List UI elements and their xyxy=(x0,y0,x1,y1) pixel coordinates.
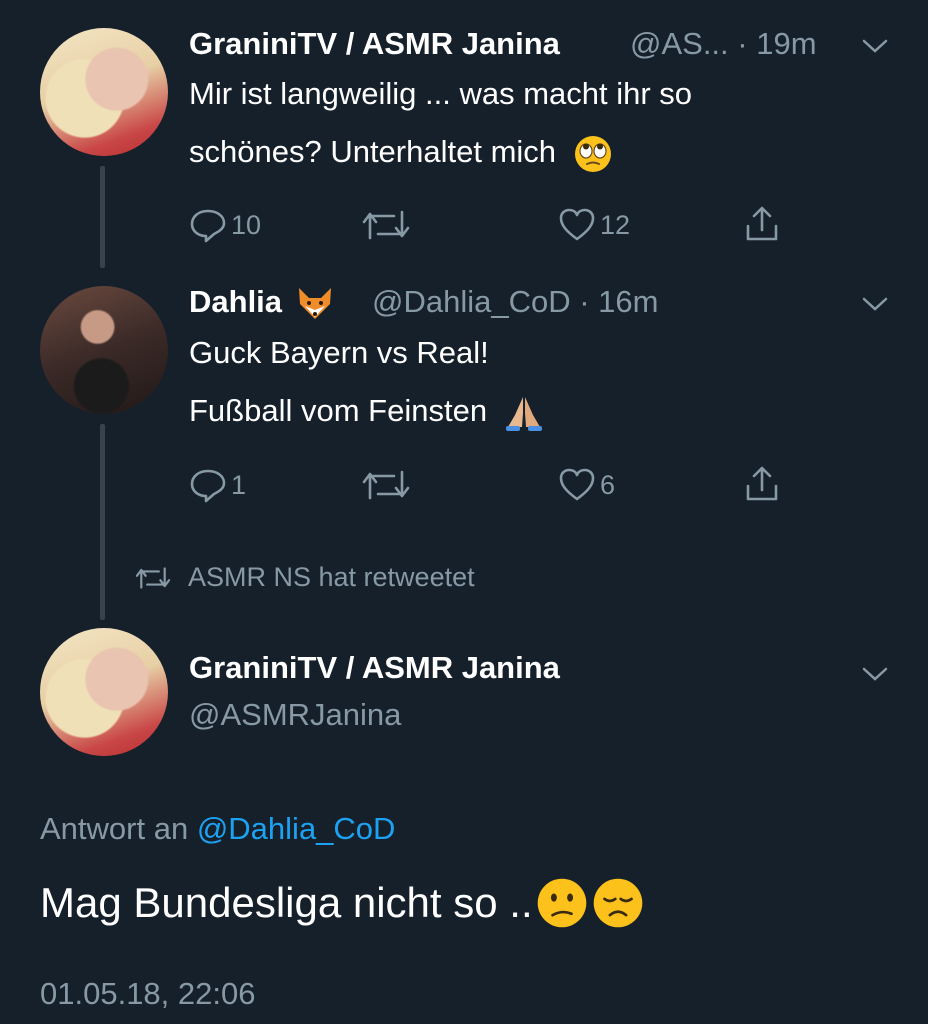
author-handle-time[interactable]: @AS... · 19m xyxy=(630,26,817,62)
chevron-down-icon[interactable] xyxy=(862,38,888,54)
share-button[interactable] xyxy=(742,464,782,504)
avatar[interactable] xyxy=(40,628,168,756)
tweet-text-line: schönes? Unterhaltet mich xyxy=(189,134,613,174)
timestamp[interactable]: 01.05.18, 22:06 xyxy=(40,976,255,1012)
tweet-text-line: Fußball vom Feinsten xyxy=(189,393,546,433)
author-name[interactable]: GraniniTV / ASMR Janina xyxy=(189,26,560,62)
author-name[interactable]: GraniniTV / ASMR Janina xyxy=(189,650,560,686)
chevron-down-icon[interactable] xyxy=(862,296,888,312)
retweet-button[interactable] xyxy=(360,468,412,502)
like-button[interactable]: 6 xyxy=(558,467,615,503)
avatar[interactable] xyxy=(40,286,168,414)
retweet-icon xyxy=(362,210,410,240)
eye-roll-emoji xyxy=(573,134,613,174)
author-handle[interactable]: @ASMRJanina xyxy=(189,697,401,733)
like-count: 6 xyxy=(600,469,616,500)
reply-button[interactable]: 1 xyxy=(189,467,246,503)
author-handle-time[interactable]: @Dahlia_CoD · 16m xyxy=(372,284,658,320)
tweet-text-line: Guck Bayern vs Real! xyxy=(189,335,489,370)
like-count: 12 xyxy=(600,209,631,240)
confused-face-emoji xyxy=(535,876,589,930)
chevron-down-icon[interactable] xyxy=(862,666,888,682)
disappointed-face-emoji xyxy=(591,876,645,930)
reply-button[interactable]: 10 xyxy=(189,207,261,243)
folded-hands-emoji xyxy=(502,393,546,433)
share-icon xyxy=(746,206,778,241)
reply-to-link[interactable]: @Dahlia_CoD xyxy=(197,811,396,846)
retweet-context[interactable]: ASMR NS hat retweetet xyxy=(134,562,475,593)
like-button[interactable]: 12 xyxy=(558,207,630,243)
reply-icon xyxy=(190,209,226,243)
share-icon xyxy=(746,466,778,501)
reply-count: 1 xyxy=(231,469,247,500)
author-name[interactable]: Dahlia xyxy=(189,284,335,322)
thread-line xyxy=(100,424,105,620)
tweet-text-line: Mir ist langweilig ... was macht ihr so xyxy=(189,76,693,111)
fox-emoji xyxy=(295,286,335,322)
reply-count: 10 xyxy=(231,209,262,240)
reply-icon xyxy=(190,469,226,503)
retweet-label: ASMR NS hat retweetet xyxy=(188,562,475,592)
retweet-icon xyxy=(362,470,410,500)
retweet-icon xyxy=(135,566,171,589)
avatar[interactable] xyxy=(40,28,168,156)
share-button[interactable] xyxy=(742,204,782,244)
reply-prefix: Antwort an xyxy=(40,811,189,846)
main-tweet-text: Mag Bundesliga nicht so .. xyxy=(40,876,645,930)
reply-context: Antwort an @Dahlia_CoD xyxy=(40,811,395,847)
thread-line xyxy=(100,166,105,268)
heart-icon xyxy=(559,208,595,241)
heart-icon xyxy=(559,468,595,501)
retweet-button[interactable] xyxy=(360,208,412,242)
